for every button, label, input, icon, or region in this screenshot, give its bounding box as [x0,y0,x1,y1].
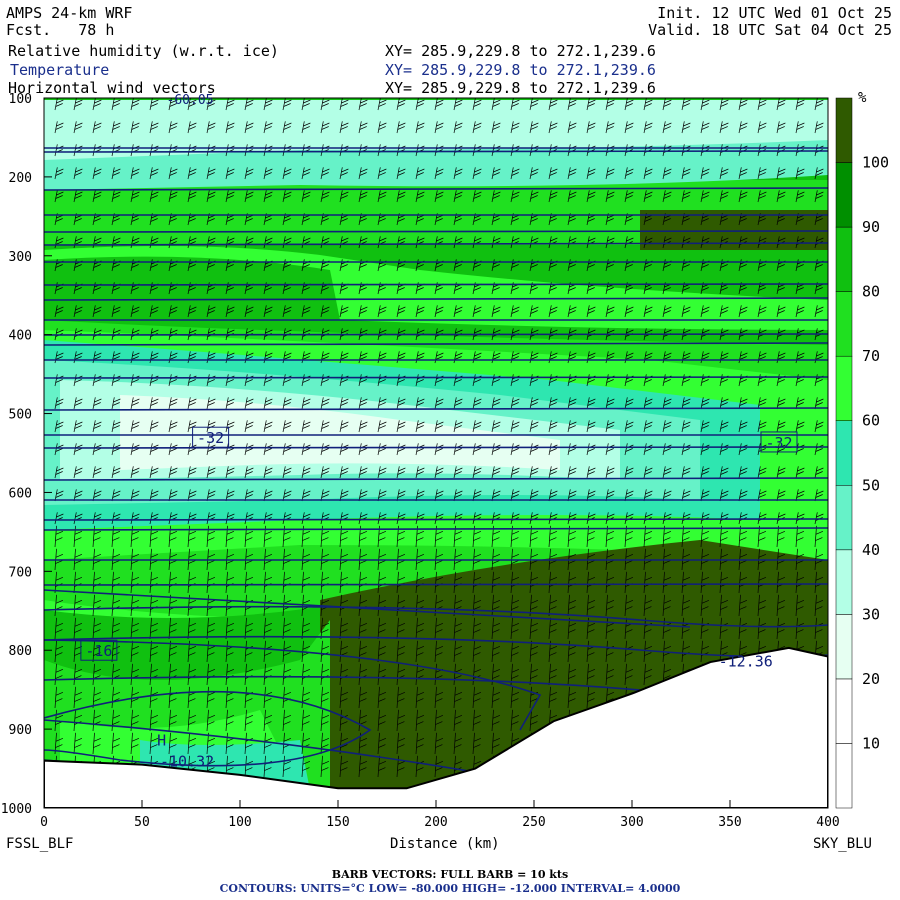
y-tick-label: 400 [9,329,32,344]
contour-label: -32 [197,429,224,447]
cross-section-chart: 0 50 100 150 200 250 300 350 400 100 200 300 400 500 6… [1,92,889,830]
barb-legend: BARB VECTORS: FULL BARB = 10 kts [331,868,569,881]
colorbar-swatch [835,420,853,486]
contour-label: -16 [85,642,112,660]
x-tick-label: 300 [620,815,643,830]
temperature-contour-line [44,283,828,286]
colorbar-tick-label: 20 [862,670,880,688]
colorbar-swatch [835,226,853,292]
temperature-contour-line [44,446,828,449]
colorbar-tick-label: 40 [862,541,880,559]
x-tick-label: 200 [424,815,447,830]
colorbar-swatch [835,162,853,228]
colorbar-swatch [835,485,853,551]
colorbar-tick-label: 60 [862,412,880,430]
colorbar-tick-label: 10 [862,734,880,752]
x-start-label: FSSL_BLF [6,836,74,852]
colorbar-swatch [835,355,853,421]
y-tick-label: 200 [9,171,32,186]
temperature-contour-line [44,376,828,379]
x-tick-label: 150 [326,815,349,830]
colorbar-tick-label: 100 [862,154,889,172]
colorbar-tick-label: 30 [862,605,880,623]
colorbar-unit: % [858,90,867,106]
x-tick-label: 250 [522,815,545,830]
x-end-label: SKY_BLU [812,836,872,852]
temperature-contour-line [44,518,828,521]
contour-label: -10.32 [160,753,214,771]
y-tick-label: 1000 [1,802,32,817]
colorbar-tick-label: 80 [862,283,880,301]
contour-legend: CONTOURS: UNITS=°C LOW= -80.000 HIGH= -1… [219,882,681,895]
colorbar-swatch [835,549,853,615]
colorbar-swatch [835,614,853,680]
temperature-contour-line [44,150,828,153]
x-tick-label: 400 [816,815,839,830]
colorbar-swatch [835,291,853,357]
temperature-contour-line [44,583,828,586]
colorbar: 10 20 30 40 50 60 70 80 90 100 [835,97,889,809]
contour-label: -12.36 [719,652,773,670]
x-tick-label: 100 [228,815,251,830]
y-tick-label: 300 [9,250,32,265]
contour-label-top: -60.05 [167,93,214,108]
colorbar-swatch [835,743,853,809]
contour-label: -32 [765,434,792,452]
y-tick-label: 700 [9,565,32,580]
y-tick-label: 100 [9,92,32,107]
contour-label: H [157,731,166,749]
colorbar-tick-label: 70 [862,347,880,365]
temperature-contour-line [44,333,828,336]
colorbar-swatch [835,97,853,163]
colorbar-tick-label: 90 [862,218,880,236]
x-axis-title: Distance (km) [390,836,500,852]
y-tick-label: 600 [9,486,32,501]
x-tick-label: 50 [134,815,150,830]
y-tick-label: 900 [9,723,32,738]
y-tick-label: 500 [9,408,32,423]
x-tick-label: 0 [40,815,48,830]
x-tick-label: 350 [718,815,741,830]
colorbar-tick-label: 50 [862,476,880,494]
y-tick-label: 800 [9,644,32,659]
temperature-contour-line [44,230,828,233]
colorbar-swatch [835,678,853,744]
